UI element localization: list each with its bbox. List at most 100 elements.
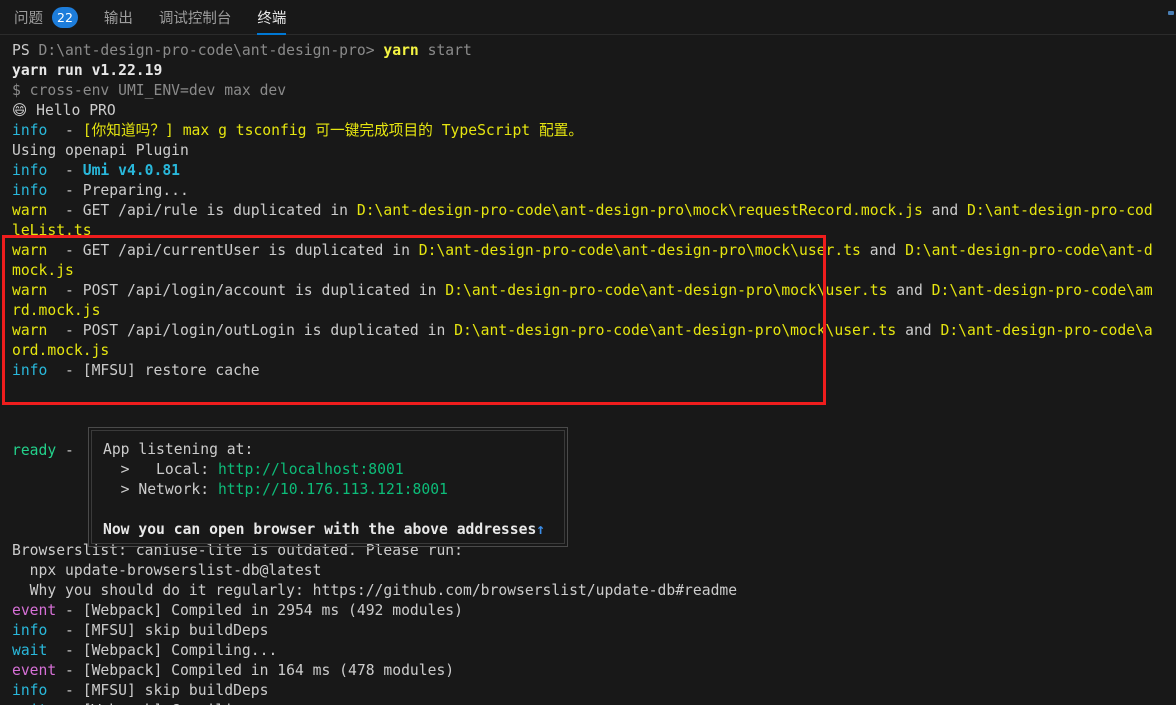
app-listening-text: > Network: [103,481,218,498]
terminal-text: D:\ant-design-pro-code\a [940,322,1153,339]
terminal-text: info [12,122,48,139]
terminal-text: - [Webpack] Compiled in 2954 ms (492 mod… [56,602,463,619]
terminal-line: leList.ts [0,221,1176,241]
terminal-text: leList.ts [12,222,92,239]
terminal-line: info - [MFSU] skip buildDeps [0,621,1176,641]
terminal-line: warn - GET /api/rule is duplicated in D:… [0,201,1176,221]
panel-tab-4[interactable]: 终端 [257,0,287,35]
terminal-line: info - [你知道吗？] max g tsconfig 可一键完成项目的 T… [0,121,1176,141]
terminal-text: - [47,162,83,179]
terminal-line: info - Preparing... [0,181,1176,201]
terminal-line: warn - POST /api/login/outLogin is dupli… [0,321,1176,341]
tabbar-scroll-indicator[interactable] [1168,11,1174,15]
terminal-text: and [922,202,968,219]
terminal-text: - POST /api/login/account is duplicated … [47,282,446,299]
terminal-text: info [12,622,48,639]
terminal-line: npx update-browserslist-db@latest [0,561,1176,581]
terminal-text: event [12,602,57,619]
terminal-text: event [12,662,57,679]
terminal-line: info - Umi v4.0.81 [0,161,1176,181]
panel-tab-2[interactable]: 输出 [104,0,133,35]
terminal-line: $ cross-env UMI_ENV=dev max dev [0,81,1176,101]
terminal-text: ord.mock.js [12,342,110,359]
server-url-link[interactable]: http://localhost:8001 [218,461,404,478]
app-listening-text: Now you can open browser with the above … [103,521,537,538]
terminal-text: D:\ant-design-pro-cod [967,202,1153,219]
terminal-text: - [56,442,74,459]
terminal-text: - [MFSU] skip buildDeps [47,682,269,699]
terminal-text: warn [12,202,48,219]
terminal-text: start [427,42,472,59]
terminal-text: Why you should do it regularly: https://… [12,582,738,599]
app-listening-line: App listening at: [103,440,253,460]
terminal-line: yarn run v1.22.19 [0,61,1176,81]
terminal-text: - [MFSU] restore cache [47,362,260,379]
terminal-line: Using openapi Plugin [0,141,1176,161]
app-listening-line: > Network: http://10.176.113.121:8001 [103,480,448,500]
terminal-line: warn - GET /api/currentUser is duplicate… [0,241,1176,261]
terminal-text: D:\ant-design-pro-code\ant-design-pro\mo… [356,202,923,219]
terminal-output-panel[interactable]: PS D:\ant-design-pro-code\ant-design-pro… [0,35,1176,705]
panel-tab-3[interactable]: 调试控制台 [159,0,232,35]
terminal-text: - [47,122,83,139]
terminal-text: warn [12,322,48,339]
terminal-line: info - [MFSU] skip buildDeps [0,681,1176,701]
terminal-text: D:\ant-design-pro-code\am [931,282,1153,299]
terminal-text: and [887,282,932,299]
terminal-text: D:\ant-design-pro-code\ant-design-pro> [38,42,384,59]
terminal-text: D:\ant-design-pro-code\ant-design-pro\mo… [454,322,897,339]
terminal-text: [你知道吗？] max g tsconfig 可一键完成项目的 TypeScri… [82,122,584,139]
terminal-text: and [860,242,906,259]
terminal-text: yarn run v1.22.19 [12,62,163,79]
app-listening-line: > Local: http://localhost:8001 [103,460,404,480]
terminal-text: warn [12,242,48,259]
terminal-text: - GET /api/rule is duplicated in [47,202,357,219]
panel-tab-label: 输出 [103,10,133,27]
terminal-line: ord.mock.js [0,341,1176,361]
terminal-line-list: PS D:\ant-design-pro-code\ant-design-pro… [0,35,1176,705]
app-listening-box: App listening at: > Local: http://localh… [88,427,568,547]
terminal-text: D:\ant-design-pro-code\ant-design-pro\mo… [418,242,861,259]
app-listening-text: App listening at: [103,441,254,458]
terminal-text: npx update-browserslist-db@latest [12,562,322,579]
terminal-line: event - [Webpack] Compiled in 164 ms (47… [0,661,1176,681]
terminal-text: warn [12,282,48,299]
panel-tab-1[interactable]: 问题 22 [14,0,78,35]
terminal-text: Hello PRO [27,102,116,119]
terminal-line: PS D:\ant-design-pro-code\ant-design-pro… [0,41,1176,61]
terminal-text: - POST /api/login/outLogin is duplicated… [47,322,455,339]
terminal-text: Umi v4.0.81 [82,162,181,179]
app-listening-text: > Local: [103,461,218,478]
app-listening-line: Now you can open browser with the above … [103,520,545,540]
terminal-text: ready [12,442,57,459]
terminal-line: wait - [Webpack] Compiling... [0,641,1176,661]
terminal-line: rd.mock.js [0,301,1176,321]
panel-tab-label: 终端 [257,10,287,27]
terminal-text: D:\ant-design-pro-code\ant-d [905,242,1153,259]
terminal-text: mock.js [12,262,74,279]
panel-tab-label: 问题 [14,10,43,27]
terminal-text: Using openapi Plugin [12,142,189,159]
terminal-text: - Preparing... [47,182,189,199]
terminal-text: wait [12,642,48,659]
terminal-line: mock.js [0,261,1176,281]
terminal-text: and [896,322,941,339]
problems-count-badge: 22 [52,6,78,28]
terminal-text: - [Webpack] Compiling... [47,642,278,659]
panel-tab-label: 调试控制台 [158,10,232,27]
terminal-text: D:\ant-design-pro-code\ant-design-pro\mo… [445,282,888,299]
terminal-line: wait - [Webpack] Compiling... [0,701,1176,705]
server-url-link[interactable]: http://10.176.113.121:8001 [218,481,448,498]
terminal-line: Why you should do it regularly: https://… [0,581,1176,601]
terminal-line: event - [Webpack] Compiled in 2954 ms (4… [0,601,1176,621]
terminal-text: - GET /api/currentUser is duplicated in [47,242,419,259]
grinning-face-icon: 😄 [12,102,28,119]
terminal-text: info [12,182,48,199]
terminal-line: info - [MFSU] restore cache [0,361,1176,381]
app-listening-text: ↑ [536,521,546,538]
terminal-text: - [MFSU] skip buildDeps [47,622,269,639]
terminal-text: PS [12,42,39,59]
terminal-line: warn - POST /api/login/account is duplic… [0,281,1176,301]
